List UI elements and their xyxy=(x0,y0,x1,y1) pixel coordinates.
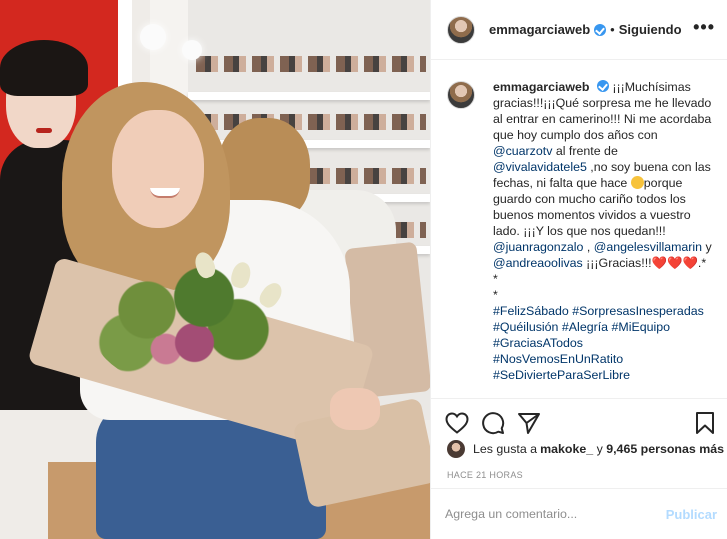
likes-count[interactable]: 9,465 personas más xyxy=(606,442,724,456)
comments-section[interactable]: emmagarciaweb ¡¡¡Muchísimas gracias!!!¡¡… xyxy=(431,61,727,398)
bookmark-icon[interactable] xyxy=(693,411,717,435)
caption-text-segment: ¡¡¡Gracias!!! xyxy=(582,256,652,270)
mention-link[interactable]: @juanragonzalo xyxy=(493,240,583,254)
verified-badge-icon xyxy=(594,23,607,36)
header-username[interactable]: emmagarciaweb xyxy=(489,22,590,37)
hashtag-link[interactable]: #GraciasATodos xyxy=(493,336,583,350)
heart-outline-icon[interactable] xyxy=(445,411,469,435)
hashtag-link[interactable]: #MiEquipo xyxy=(612,320,671,334)
paper-plane-icon[interactable] xyxy=(517,411,541,435)
header-separator: • xyxy=(610,22,615,37)
instagram-post: emmagarciaweb • Siguiendo ••• emmagarcia… xyxy=(0,0,727,539)
mention-link[interactable]: @angelesvillamarin xyxy=(594,240,702,254)
liker-username[interactable]: makoke_ xyxy=(540,442,593,456)
post-photo[interactable] xyxy=(0,0,430,539)
red-heart-icon: ❤️ xyxy=(667,256,683,270)
smiling-face-icon xyxy=(630,176,644,189)
caption-username[interactable]: emmagarciaweb xyxy=(493,80,589,94)
hashtag-line: #NosVemosEnUnRatito xyxy=(493,351,713,367)
action-bar xyxy=(431,398,727,446)
light-bulb xyxy=(140,24,166,50)
hashtag-link[interactable]: #SorpresasInesperadas xyxy=(572,304,704,318)
post-sidebar: emmagarciaweb • Siguiendo ••• emmagarcia… xyxy=(430,0,727,539)
caption-text-segment: .* xyxy=(697,256,707,270)
avatar[interactable] xyxy=(447,440,465,458)
hashtag-line: #FelizSábado #SorpresasInesperadas xyxy=(493,303,713,319)
hashtag-line: #GraciasATodos xyxy=(493,335,713,351)
caption-text-segment: , xyxy=(583,240,594,254)
verified-badge-icon xyxy=(596,80,609,92)
flower-bouquet xyxy=(90,258,280,388)
red-heart-icon: ❤️ xyxy=(651,256,668,270)
caption-separator: * xyxy=(493,272,498,286)
following-button[interactable]: Siguiendo xyxy=(619,22,682,37)
comment-input[interactable] xyxy=(445,507,666,521)
hashtag-link[interactable]: #Quéilusión xyxy=(493,320,558,334)
caption-text-segment: y xyxy=(702,240,712,254)
post-timestamp[interactable]: HACE 21 HORAS xyxy=(447,470,523,480)
caption: emmagarciaweb ¡¡¡Muchísimas gracias!!!¡¡… xyxy=(447,79,713,383)
person-face xyxy=(112,110,204,228)
hashtag-line: #SeDivierteParaSerLibre xyxy=(493,367,713,383)
hashtag-link[interactable]: #NosVemosEnUnRatito xyxy=(493,352,623,366)
light-bulb xyxy=(182,40,202,60)
hashtag-link[interactable]: #SeDivierteParaSerLibre xyxy=(493,368,630,382)
avatar[interactable] xyxy=(447,15,475,44)
mention-link[interactable]: @cuarzotv xyxy=(493,144,552,158)
hashtag-line: #Quéilusión #Alegría #MiEquipo xyxy=(493,319,713,335)
caption-separator: * xyxy=(493,288,498,302)
more-options-icon[interactable]: ••• xyxy=(693,18,715,38)
mention-link[interactable]: @vivalavidatele5 xyxy=(493,160,587,174)
add-comment-bar: Publicar xyxy=(431,488,727,539)
post-header: emmagarciaweb • Siguiendo ••• xyxy=(431,0,727,60)
red-heart-icon: ❤️ xyxy=(682,256,698,270)
comment-bubble-icon[interactable] xyxy=(481,411,505,435)
hashtag-link[interactable]: #Alegría xyxy=(562,320,608,334)
caption-text: emmagarciaweb ¡¡¡Muchísimas gracias!!!¡¡… xyxy=(493,79,713,383)
publish-button[interactable]: Publicar xyxy=(666,507,717,522)
mention-link[interactable]: @andreaoolivas xyxy=(493,256,583,270)
likes-summary: Les gusta a makoke_ y 9,465 personas más xyxy=(447,440,724,458)
person-hand xyxy=(330,388,380,430)
caption-text-segment: al frente de xyxy=(552,144,618,158)
hashtag-link[interactable]: #FelizSábado xyxy=(493,304,569,318)
avatar[interactable] xyxy=(447,81,475,109)
